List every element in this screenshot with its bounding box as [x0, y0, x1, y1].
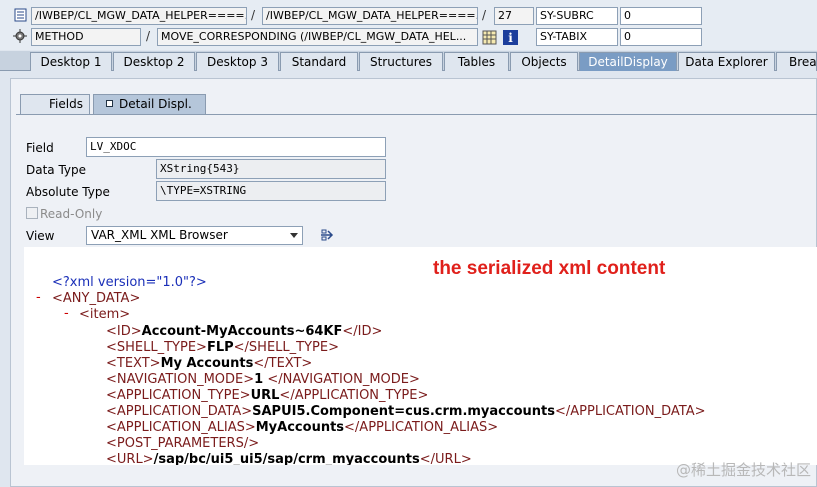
- xml-line: <APPLICATION_TYPE>URL</APPLICATION_TYPE>: [106, 388, 429, 403]
- subtab-fields-label: Fields: [49, 97, 83, 111]
- debugger-header: /IWBEP/CL_MGW_DATA_HELPER====... / /IWBE…: [0, 0, 817, 50]
- view-label: View: [26, 229, 55, 243]
- method-icon: [12, 28, 28, 44]
- separator: /: [146, 29, 151, 43]
- tool-tabstrip: Desktop 1 Desktop 2 Desktop 3 Standard S…: [0, 51, 817, 71]
- grid-icon[interactable]: [481, 29, 497, 45]
- readonly-checkbox[interactable]: [26, 207, 38, 219]
- xml-browser[interactable]: <?xml version="1.0"?> - <ANY_DATA> - <it…: [24, 247, 817, 465]
- tab-desktop-3[interactable]: Desktop 3: [196, 52, 279, 71]
- absolute-type-label: Absolute Type: [26, 185, 110, 199]
- info-icon[interactable]: i: [502, 29, 518, 45]
- tab-detail-display[interactable]: DetailDisplay: [579, 52, 677, 71]
- chevron-down-icon: [290, 233, 298, 238]
- readonly-label: Read-Only: [40, 207, 103, 221]
- tab-data-explorer[interactable]: Data Explorer: [678, 52, 775, 71]
- tab-desktop-1[interactable]: Desktop 1: [30, 52, 112, 71]
- tab-tables[interactable]: Tables: [444, 52, 509, 71]
- xml-line: <ID>Account-MyAccounts~64KF</ID>: [106, 324, 383, 339]
- event-type-field[interactable]: METHOD: [31, 28, 141, 46]
- xml-line: <APPLICATION_DATA>SAPUI5.Component=cus.c…: [106, 404, 706, 419]
- program-field[interactable]: /IWBEP/CL_MGW_DATA_HELPER====...: [31, 7, 247, 25]
- field-label: Field: [26, 141, 54, 155]
- xml-tag-item: <item>: [79, 307, 131, 322]
- variable-value-field[interactable]: 0: [620, 28, 702, 46]
- xml-line: <URL>/sap/bc/ui5_ui5/sap/crm_myaccounts<…: [106, 452, 472, 465]
- include-field[interactable]: /IWBEP/CL_MGW_DATA_HELPER====...: [262, 7, 478, 25]
- data-type-label: Data Type: [26, 163, 87, 177]
- watermark: @稀土掘金技术社区: [675, 461, 811, 479]
- collapse-toggle[interactable]: -: [36, 290, 41, 305]
- xml-line: <NAVIGATION_MODE>1 </NAVIGATION_MODE>: [106, 372, 420, 387]
- xml-line: <TEXT>My Accounts</TEXT>: [106, 356, 313, 371]
- tab-objects[interactable]: Objects: [510, 52, 578, 71]
- xml-line: <POST_PARAMETERS/>: [106, 436, 260, 451]
- subtab-divider: [16, 114, 817, 115]
- tab-desktop-2[interactable]: Desktop 2: [113, 52, 195, 71]
- view-select[interactable]: VAR_XML XML Browser: [86, 226, 303, 245]
- variable-value-field[interactable]: 0: [620, 7, 702, 25]
- line-number-field[interactable]: 27: [494, 7, 534, 25]
- subtab-fields[interactable]: Fields: [20, 94, 90, 114]
- separator: /: [251, 8, 256, 22]
- event-name-field[interactable]: MOVE_CORRESPONDING (/IWBEP/CL_MGW_DATA_H…: [157, 28, 478, 46]
- tab-standard[interactable]: Standard: [280, 52, 358, 71]
- subtab-bullet-icon: [106, 100, 113, 107]
- field-input[interactable]: LV_XDOC: [86, 137, 386, 157]
- subtab-detail-display[interactable]: Detail Displ.: [93, 94, 206, 114]
- xml-line: <APPLICATION_ALIAS>MyAccounts</APPLICATI…: [106, 420, 499, 435]
- data-type-value: XString{543}: [156, 159, 386, 179]
- svg-text:i: i: [508, 31, 513, 45]
- switch-view-icon[interactable]: [319, 227, 335, 243]
- subtab-detail-label: Detail Displ.: [119, 97, 192, 111]
- xml-tag-any-data: <ANY_DATA>: [52, 291, 141, 306]
- tab-breakpoints[interactable]: Break: [776, 52, 817, 71]
- absolute-type-value: \TYPE=XSTRING: [156, 181, 386, 201]
- variable-name-field[interactable]: SY-TABIX: [536, 28, 618, 46]
- xml-declaration: <?xml version="1.0"?>: [52, 275, 207, 290]
- xml-line: <SHELL_TYPE>FLP</SHELL_TYPE>: [106, 340, 339, 355]
- tab-structures[interactable]: Structures: [359, 52, 443, 71]
- separator: /: [482, 8, 487, 22]
- annotation-label: the serialized xml content: [433, 258, 666, 279]
- program-icon: [12, 7, 28, 23]
- variable-name-field[interactable]: SY-SUBRC: [536, 7, 618, 25]
- collapse-toggle[interactable]: -: [64, 306, 69, 321]
- view-select-value: VAR_XML XML Browser: [91, 228, 228, 242]
